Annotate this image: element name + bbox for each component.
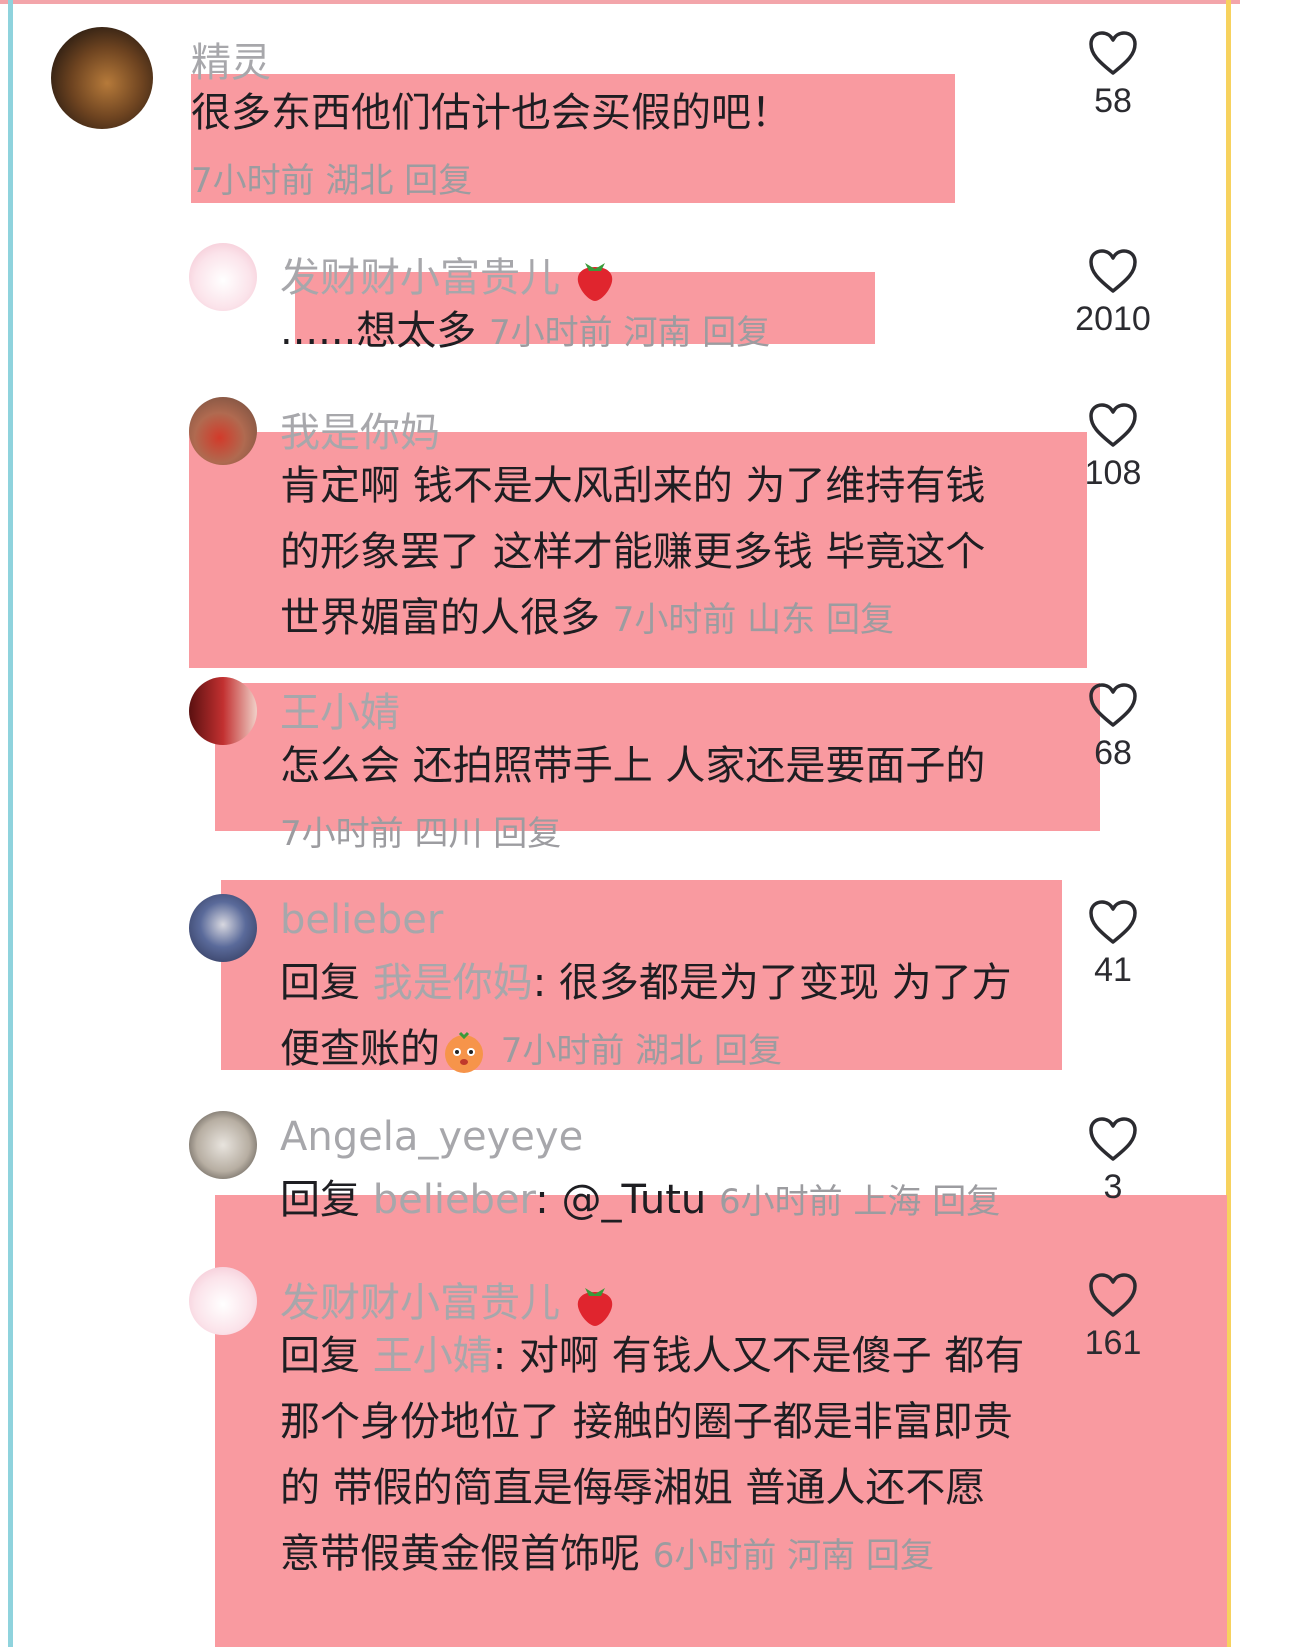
comment-text: 很多东西他们估计也会买假的吧！ 7小时前 湖北 回复 — [191, 80, 951, 214]
reply-to-user[interactable]: belieber — [373, 1177, 536, 1223]
comment-content-line: 便查账的 — [280, 1026, 440, 1072]
reply-button[interactable]: 回复 — [404, 161, 472, 201]
comment-time: 7小时前 — [489, 313, 613, 353]
comment-time: 6小时前 — [718, 1182, 843, 1222]
like-button[interactable]: 41 — [1053, 899, 1173, 990]
comment-content: 怎么会 还拍照带手上 人家还是要面子的 — [280, 743, 986, 789]
comment-content: ......想太多 — [280, 308, 477, 354]
reply-button[interactable]: 回复 — [932, 1182, 1000, 1222]
avatar[interactable] — [189, 1267, 257, 1335]
like-count: 161 — [1084, 1324, 1142, 1362]
comment-username[interactable]: 发财财小富贵儿 — [280, 245, 617, 303]
comment-content-line: 意带假黄金假首饰呢 — [280, 1531, 640, 1577]
reply-button[interactable]: 回复 — [826, 600, 894, 640]
like-count: 41 — [1094, 951, 1132, 989]
left-border — [8, 0, 13, 1647]
avatar[interactable] — [51, 27, 153, 129]
comment-text: 回复 王小婧: 对啊 有钱人又不是傻子 都有 那个身份地位了 接触的圈子都是非富… — [280, 1323, 1060, 1589]
comment-location: 河南 — [787, 1536, 856, 1576]
like-button[interactable]: 58 — [1053, 30, 1173, 121]
like-button[interactable]: 108 — [1053, 402, 1173, 493]
heart-outline-icon — [1089, 683, 1137, 727]
heart-outline-icon — [1089, 249, 1137, 293]
reply-button[interactable]: 回复 — [714, 1031, 782, 1071]
comment-content: 很多东西他们估计也会买假的吧！ — [191, 90, 791, 136]
like-button[interactable]: 2010 — [1053, 248, 1173, 339]
reply-prefix: 回复 — [280, 1177, 360, 1223]
comment-content-line: 的 带假的简直是侮辱湘姐 普通人还不愿 — [280, 1465, 986, 1511]
comment-text: 回复 belieber: @_Tutu 6小时前 上海 回复 — [280, 1167, 1040, 1235]
like-button[interactable]: 68 — [1053, 682, 1173, 773]
avatar[interactable] — [189, 677, 257, 745]
like-count: 108 — [1084, 454, 1142, 492]
comment-text: ......想太多 7小时前 河南 回复 — [280, 298, 1040, 366]
comment-text: 怎么会 还拍照带手上 人家还是要面子的 7小时前 四川 回复 — [280, 733, 1040, 867]
reply-button[interactable]: 回复 — [493, 814, 561, 854]
comment-username[interactable]: Angela_yeyeye — [280, 1114, 583, 1160]
reply-to-user[interactable]: 我是你妈 — [373, 960, 533, 1006]
reply-to-user[interactable]: 王小婧 — [373, 1333, 493, 1379]
comment-content-line: 世界媚富的人很多 — [280, 595, 600, 641]
comment-location: 四川 — [414, 814, 483, 854]
comment-content-line: : 对啊 有钱人又不是傻子 都有 — [492, 1333, 1025, 1379]
comment-content-line: 肯定啊 钱不是大风刮来的 为了维持有钱 — [280, 463, 986, 509]
reply-prefix: 回复 — [280, 960, 360, 1006]
comment-text: 肯定啊 钱不是大风刮来的 为了维持有钱 的形象罢了 这样才能赚更多钱 毕竟这个 … — [280, 453, 1040, 653]
avatar[interactable] — [189, 1111, 257, 1179]
comment-username[interactable]: 我是你妈 — [280, 400, 440, 458]
like-count: 68 — [1094, 734, 1132, 772]
comment-time: 7小时前 — [500, 1031, 625, 1071]
comment-time: 6小时前 — [652, 1536, 777, 1576]
heart-outline-icon — [1089, 1273, 1137, 1317]
like-button[interactable]: 3 — [1053, 1116, 1173, 1207]
avatar[interactable] — [189, 243, 257, 311]
heart-outline-icon — [1089, 900, 1137, 944]
comment-username[interactable]: belieber — [280, 897, 443, 943]
comment-content-line: 的形象罢了 这样才能赚更多钱 毕竟这个 — [280, 529, 986, 575]
like-count: 2010 — [1075, 300, 1151, 338]
top-border — [0, 0, 1240, 4]
comment-content: : @_Tutu — [535, 1177, 707, 1223]
heart-outline-icon — [1089, 1117, 1137, 1161]
like-count: 3 — [1103, 1168, 1123, 1206]
comment-location: 河南 — [623, 313, 692, 353]
comment-content-line: 那个身份地位了 接触的圈子都是非富即贵 — [280, 1399, 1013, 1445]
avatar[interactable] — [189, 894, 257, 962]
comment-content-line: : 很多都是为了变现 为了方 — [532, 960, 1012, 1006]
orange-face-icon — [445, 1031, 483, 1073]
comment-location: 上海 — [853, 1182, 922, 1222]
like-button[interactable]: 161 — [1053, 1272, 1173, 1363]
reply-button[interactable]: 回复 — [702, 313, 770, 353]
comment-username[interactable]: 发财财小富贵儿 — [280, 1270, 617, 1328]
comment-location: 湖北 — [635, 1031, 704, 1071]
comment-time: 7小时前 — [612, 600, 737, 640]
strawberry-icon — [577, 1288, 612, 1326]
comment-time: 7小时前 — [280, 814, 404, 854]
comment-time: 7小时前 — [191, 161, 315, 201]
avatar[interactable] — [189, 397, 257, 465]
strawberry-icon — [577, 263, 612, 301]
heart-outline-icon — [1089, 31, 1137, 75]
comment-username[interactable]: 王小婧 — [280, 680, 400, 738]
reply-prefix: 回复 — [280, 1333, 360, 1379]
comment-text: 回复 我是你妈: 很多都是为了变现 为了方 便查账的 7小时前 湖北 回复 — [280, 950, 1040, 1084]
like-count: 58 — [1094, 82, 1132, 120]
reply-button[interactable]: 回复 — [866, 1536, 934, 1576]
comment-location: 山东 — [747, 600, 816, 640]
heart-outline-icon — [1089, 403, 1137, 447]
comment-location: 湖北 — [325, 161, 394, 201]
